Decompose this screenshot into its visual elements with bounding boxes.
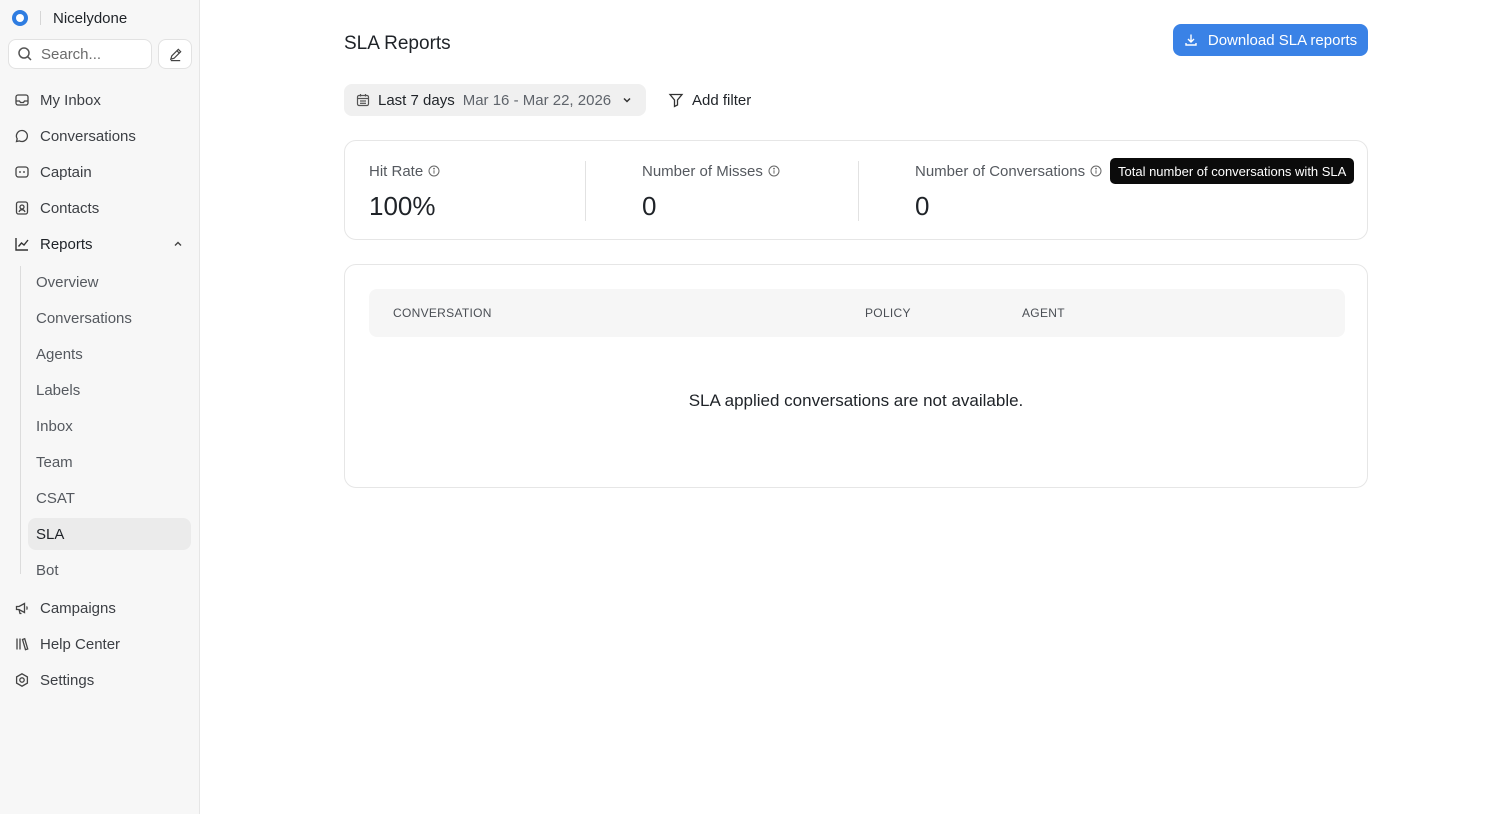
add-filter-label: Add filter bbox=[692, 91, 752, 109]
nav-label: Conversations bbox=[40, 127, 136, 145]
sub-item-conversations[interactable]: Conversations bbox=[28, 302, 191, 334]
download-icon bbox=[1185, 34, 1197, 46]
chevron-down-icon bbox=[623, 97, 631, 103]
download-label: Download SLA reports bbox=[1207, 31, 1358, 49]
nav-help-center[interactable]: Help Center bbox=[8, 628, 192, 660]
nav-label: Settings bbox=[40, 671, 95, 689]
download-sla-reports-button[interactable]: Download SLA reports bbox=[1173, 24, 1368, 56]
sub-item-sla[interactable]: SLA bbox=[28, 518, 191, 550]
metric-label: Number of Conversations bbox=[915, 162, 1086, 180]
date-range-picker[interactable]: Last 7 days Mar 16 - Mar 22, 2026 bbox=[344, 84, 646, 116]
column-header-policy[interactable]: POLICY bbox=[865, 306, 911, 320]
nav-conversations[interactable]: Conversations bbox=[8, 120, 192, 152]
metrics-card: Hit Rate 100% Number of Misses 0 Number … bbox=[344, 140, 1368, 240]
info-icon[interactable] bbox=[1090, 165, 1102, 177]
table-header: CONVERSATION POLICY AGENT bbox=[369, 289, 1345, 337]
pencil-icon bbox=[169, 47, 182, 61]
date-range-dates: Mar 16 - Mar 22, 2026 bbox=[462, 91, 612, 109]
nav-label: Campaigns bbox=[40, 599, 116, 617]
metric-value: 0 bbox=[642, 191, 657, 221]
nav-label: Captain bbox=[40, 163, 92, 181]
sub-item-bot[interactable]: Bot bbox=[28, 554, 191, 586]
brand-logo bbox=[12, 10, 28, 26]
sub-item-team[interactable]: Team bbox=[28, 446, 191, 478]
metric-value: 0 bbox=[915, 191, 930, 221]
nav-reports[interactable]: Reports bbox=[8, 228, 192, 260]
brand[interactable]: Nicelydone bbox=[12, 8, 127, 28]
nav-campaigns[interactable]: Campaigns bbox=[8, 592, 192, 624]
chart-line-icon bbox=[14, 236, 30, 252]
sub-item-csat[interactable]: CSAT bbox=[28, 482, 191, 514]
metric-hit-rate: Hit Rate 100% bbox=[369, 161, 440, 222]
metric-label: Number of Misses bbox=[642, 162, 763, 180]
empty-state-message: SLA applied conversations are not availa… bbox=[688, 391, 1024, 410]
search-box[interactable] bbox=[8, 39, 152, 69]
info-icon[interactable] bbox=[768, 165, 780, 177]
library-icon bbox=[14, 636, 30, 652]
metric-label: Hit Rate bbox=[369, 162, 424, 180]
metric-divider bbox=[858, 161, 859, 221]
nav-label: Reports bbox=[40, 235, 93, 253]
compose-button[interactable] bbox=[158, 39, 192, 69]
submenu-guide-line bbox=[20, 266, 21, 574]
add-filter-button[interactable]: Add filter bbox=[668, 84, 751, 116]
sub-item-agents[interactable]: Agents bbox=[28, 338, 191, 370]
sla-table-card: CONVERSATION POLICY AGENT SLA applied co… bbox=[344, 264, 1368, 488]
nav-label: Contacts bbox=[40, 199, 100, 217]
contacts-icon bbox=[14, 200, 30, 216]
nav-label: Help Center bbox=[40, 635, 121, 653]
search-icon bbox=[18, 47, 32, 61]
brand-divider bbox=[40, 11, 41, 25]
captain-icon bbox=[14, 164, 30, 180]
metric-misses: Number of Misses 0 bbox=[642, 161, 780, 222]
sub-item-inbox[interactable]: Inbox bbox=[28, 410, 191, 442]
page-title: SLA Reports bbox=[344, 33, 451, 54]
column-header-agent[interactable]: AGENT bbox=[1022, 306, 1065, 320]
date-range-name: Last 7 days bbox=[378, 91, 455, 109]
sidebar: Nicelydone My Inbox Conversations Captai… bbox=[0, 0, 200, 814]
brand-name: Nicelydone bbox=[53, 9, 128, 27]
calendar-icon bbox=[356, 94, 370, 107]
search-input[interactable] bbox=[41, 45, 141, 63]
info-icon[interactable] bbox=[428, 165, 440, 177]
nav-my-inbox[interactable]: My Inbox bbox=[8, 84, 192, 116]
chevron-up-icon[interactable] bbox=[172, 238, 184, 250]
nav-contacts[interactable]: Contacts bbox=[8, 192, 192, 224]
sub-item-labels[interactable]: Labels bbox=[28, 374, 191, 406]
nav-settings[interactable]: Settings bbox=[8, 664, 192, 696]
metric-value: 100% bbox=[369, 191, 436, 221]
megaphone-icon bbox=[14, 600, 30, 616]
sub-item-overview[interactable]: Overview bbox=[28, 266, 191, 298]
gear-icon bbox=[14, 672, 30, 688]
nav-label: My Inbox bbox=[40, 91, 101, 109]
metric-divider bbox=[585, 161, 586, 221]
column-header-conversation[interactable]: CONVERSATION bbox=[393, 306, 492, 320]
metric-conversations: Number of Conversations 0 bbox=[915, 161, 1102, 222]
chat-bubble-icon bbox=[14, 128, 30, 144]
filter-icon bbox=[668, 93, 684, 108]
nav-captain[interactable]: Captain bbox=[8, 156, 192, 188]
inbox-icon bbox=[14, 92, 30, 108]
tooltip: Total number of conversations with SLA bbox=[1110, 158, 1355, 184]
